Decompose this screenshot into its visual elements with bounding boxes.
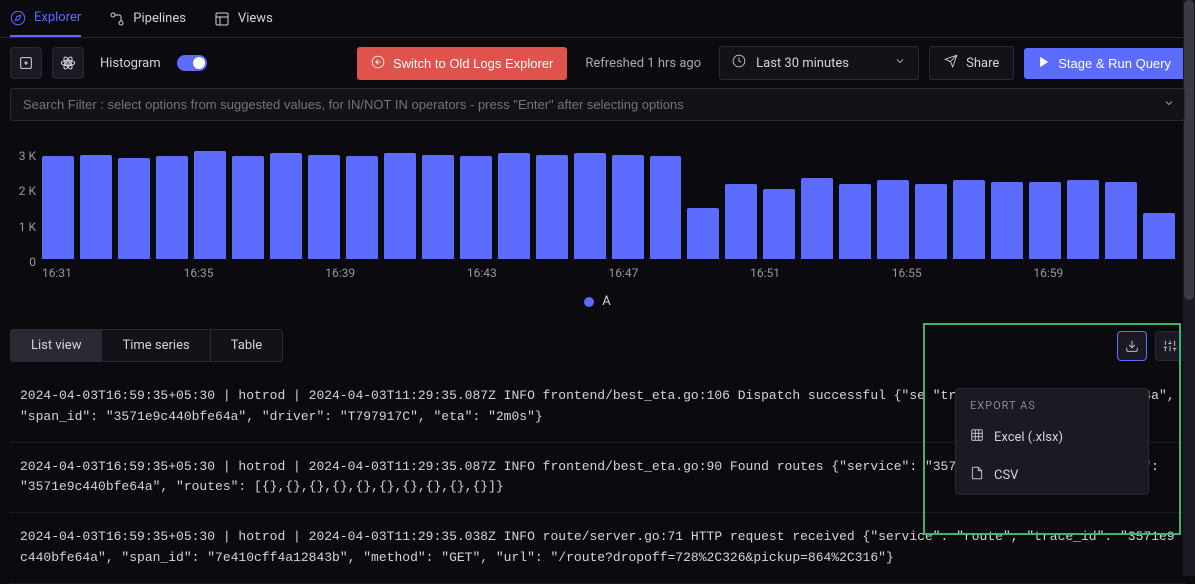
- legend-dot: [584, 297, 594, 307]
- chart-bar[interactable]: [687, 208, 719, 259]
- csv-icon: [970, 466, 984, 484]
- share-label: Share: [966, 56, 999, 71]
- tab-views-label: Views: [238, 11, 273, 26]
- chart-bar[interactable]: [877, 180, 909, 259]
- send-icon: [944, 54, 958, 72]
- chart-bar[interactable]: [953, 180, 985, 259]
- chart-bar[interactable]: [1105, 182, 1137, 259]
- y-axis: 3 K2 K1 K0: [0, 149, 36, 269]
- pipeline-icon: [109, 11, 125, 27]
- chart-bar[interactable]: [80, 155, 112, 260]
- tab-pipelines[interactable]: Pipelines: [109, 0, 186, 37]
- view-tab-list[interactable]: List view: [11, 330, 102, 361]
- histogram-chart: 3 K2 K1 K0 16:3116:3516:3916:4316:4716:5…: [0, 129, 1195, 319]
- chart-bar[interactable]: [346, 156, 378, 259]
- export-menu: EXPORT AS Excel (.xlsx) CSV: [955, 388, 1149, 495]
- refreshed-label: Refreshed 1 hrs ago: [585, 56, 701, 71]
- atom-button[interactable]: [52, 47, 84, 79]
- x-axis: 16:3116:3516:3916:4316:4716:5116:5516:59: [42, 266, 1175, 280]
- histogram-toggle[interactable]: [177, 55, 207, 71]
- chart-bar[interactable]: [194, 151, 226, 259]
- add-panel-button[interactable]: [10, 47, 42, 79]
- export-excel-label: Excel (.xlsx): [994, 430, 1063, 445]
- view-tab-table[interactable]: Table: [211, 330, 282, 361]
- chart-bar[interactable]: [574, 153, 606, 259]
- chart-bar[interactable]: [991, 182, 1023, 259]
- chart-bar[interactable]: [498, 153, 530, 259]
- export-excel-item[interactable]: Excel (.xlsx): [956, 418, 1148, 456]
- export-header: EXPORT AS: [956, 389, 1148, 418]
- chart-bar[interactable]: [384, 153, 416, 259]
- chart-bar[interactable]: [915, 184, 947, 259]
- chart-bar[interactable]: [156, 156, 188, 259]
- chart-bar[interactable]: [422, 155, 454, 260]
- chevron-down-icon[interactable]: [1163, 97, 1175, 113]
- tab-explorer-label: Explorer: [34, 10, 81, 25]
- excel-icon: [970, 428, 984, 446]
- tab-views[interactable]: Views: [214, 0, 273, 37]
- chart-bar[interactable]: [42, 156, 74, 259]
- chart-bar[interactable]: [118, 158, 150, 259]
- view-tabs: List view Time series Table: [10, 329, 283, 362]
- chart-bar[interactable]: [763, 189, 795, 259]
- chart-bar[interactable]: [725, 184, 757, 259]
- tab-explorer[interactable]: Explorer: [10, 0, 81, 37]
- chart-legend: A: [0, 294, 1195, 309]
- chevron-down-icon: [894, 55, 906, 71]
- chart-bar[interactable]: [1067, 180, 1099, 259]
- share-button[interactable]: Share: [929, 46, 1014, 80]
- stage-run-query-button[interactable]: Stage & Run Query: [1024, 48, 1185, 79]
- main-tabs: Explorer Pipelines Views: [0, 0, 1195, 38]
- right-actions: [1117, 331, 1185, 361]
- search-filter-input[interactable]: [10, 88, 1185, 121]
- run-button-label: Stage & Run Query: [1058, 56, 1171, 71]
- chart-bar[interactable]: [650, 156, 682, 259]
- search-row: [0, 88, 1195, 129]
- log-entry[interactable]: 2024-04-03T16:59:35+05:30 | hotrod | 202…: [10, 513, 1185, 584]
- play-icon: [1038, 56, 1050, 71]
- settings-sliders-button[interactable]: [1155, 331, 1185, 361]
- switch-old-explorer-button[interactable]: Switch to Old Logs Explorer: [357, 47, 567, 80]
- export-csv-item[interactable]: CSV: [956, 456, 1148, 494]
- view-tabs-row: List view Time series Table: [0, 319, 1195, 372]
- chart-bar[interactable]: [1143, 213, 1175, 259]
- chart-bar[interactable]: [536, 155, 568, 260]
- chart-bar[interactable]: [460, 156, 492, 259]
- chart-bar[interactable]: [801, 178, 833, 259]
- time-range-label: Last 30 minutes: [756, 56, 849, 71]
- compass-icon: [10, 10, 26, 26]
- clock-icon: [732, 54, 746, 72]
- chart-bar[interactable]: [1029, 182, 1061, 259]
- chart-bar[interactable]: [232, 156, 264, 259]
- export-csv-label: CSV: [994, 468, 1018, 483]
- switch-button-label: Switch to Old Logs Explorer: [393, 56, 553, 71]
- tab-pipelines-label: Pipelines: [133, 11, 186, 26]
- time-range-picker[interactable]: Last 30 minutes: [719, 46, 919, 80]
- chart-bar[interactable]: [839, 184, 871, 259]
- chart-bar[interactable]: [612, 155, 644, 260]
- histogram-label: Histogram: [100, 56, 161, 71]
- view-tab-timeseries[interactable]: Time series: [102, 330, 210, 361]
- export-button[interactable]: [1117, 331, 1147, 361]
- chart-bar[interactable]: [308, 155, 340, 260]
- chart-bar[interactable]: [270, 153, 302, 259]
- undo-icon: [371, 55, 385, 72]
- chart-bars: [42, 149, 1175, 259]
- toolbar: Histogram Switch to Old Logs Explorer Re…: [0, 38, 1195, 88]
- legend-label: A: [602, 294, 610, 309]
- layout-icon: [214, 11, 230, 27]
